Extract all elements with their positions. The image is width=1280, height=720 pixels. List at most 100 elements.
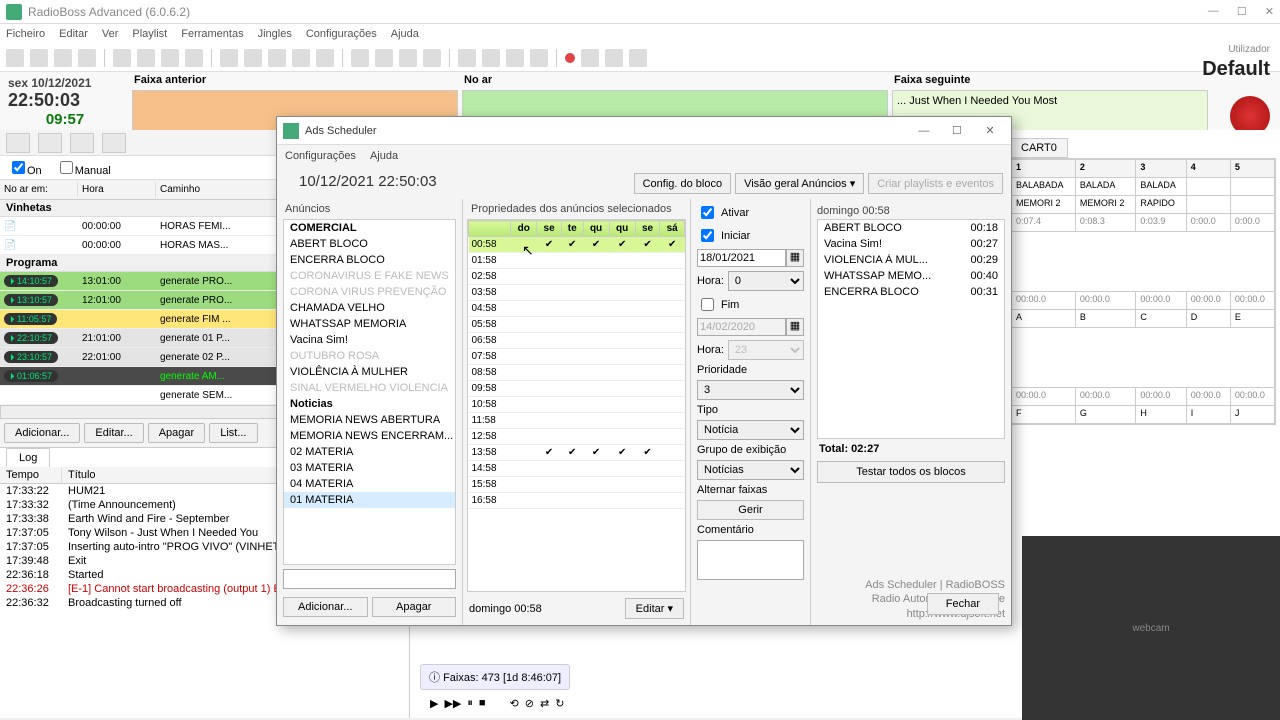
reload-button[interactable]: ⟲ bbox=[510, 697, 519, 710]
tb-save-icon[interactable] bbox=[54, 49, 72, 67]
ads-delete-button[interactable]: Apagar bbox=[372, 597, 457, 617]
block-list[interactable]: ABERT BLOCO00:18Vacina Sim!00:27VIOLENCI… bbox=[817, 219, 1005, 439]
dlg-close-icon[interactable]: ✕ bbox=[975, 124, 1005, 137]
mini-btn1-icon[interactable] bbox=[6, 133, 30, 153]
add-button[interactable]: Adicionar... bbox=[4, 423, 80, 443]
on-checkbox[interactable]: On bbox=[8, 158, 42, 177]
dlg-maximize-icon[interactable]: ☐ bbox=[942, 124, 972, 137]
tb-paste-icon[interactable] bbox=[161, 49, 179, 67]
tb-gear-icon[interactable] bbox=[629, 49, 647, 67]
tb-open-icon[interactable] bbox=[30, 49, 48, 67]
ad-item[interactable]: 04 MATERIA bbox=[284, 476, 455, 492]
tb-misc4-icon[interactable] bbox=[423, 49, 441, 67]
config-bloco-button[interactable]: Config. do bloco bbox=[634, 173, 732, 194]
ad-item[interactable]: Noticias bbox=[284, 396, 455, 412]
block-row[interactable]: Vacina Sim!00:27 bbox=[818, 236, 1004, 252]
overview-dropdown[interactable]: Visão geral Anúncios ▾ bbox=[735, 173, 864, 194]
ad-item[interactable]: 02 MATERIA bbox=[284, 444, 455, 460]
priority-select[interactable]: 3 bbox=[697, 380, 804, 400]
ad-item[interactable]: COMERCIAL bbox=[284, 220, 455, 236]
tb-misc6-icon[interactable] bbox=[482, 49, 500, 67]
menu-playlist[interactable]: Playlist bbox=[132, 28, 167, 40]
delete-button[interactable]: Apagar bbox=[148, 423, 205, 443]
tb-copy-icon[interactable] bbox=[137, 49, 155, 67]
time-grid[interactable]: doseteququsesá00:58✔✔✔✔✔✔01:5802:5803:58… bbox=[467, 219, 686, 592]
ad-item[interactable]: OUTUBRO ROSA bbox=[284, 348, 455, 364]
tb-saveas-icon[interactable] bbox=[78, 49, 96, 67]
ad-item[interactable]: MEMORIA NEWS ENCERRAM... bbox=[284, 428, 455, 444]
gerir-button[interactable]: Gerir bbox=[697, 500, 804, 520]
minimize-icon[interactable]: — bbox=[1208, 5, 1219, 18]
next-button[interactable]: ▶▶ bbox=[444, 697, 461, 710]
tb-layout2-icon[interactable] bbox=[244, 49, 262, 67]
tb-misc3-icon[interactable] bbox=[399, 49, 417, 67]
tb-layout4-icon[interactable] bbox=[292, 49, 310, 67]
ads-filter-input[interactable] bbox=[283, 569, 456, 589]
fim-checkbox[interactable]: Fim bbox=[697, 295, 804, 314]
tb-misc2-icon[interactable] bbox=[375, 49, 393, 67]
slot-edit-button[interactable]: Editar ▾ bbox=[625, 598, 684, 619]
close-button[interactable]: Fechar bbox=[927, 593, 999, 615]
iniciar-checkbox[interactable]: Iniciar bbox=[697, 226, 804, 245]
mini-btn2-icon[interactable] bbox=[38, 133, 62, 153]
ads-list[interactable]: COMERCIALABERT BLOCOENCERRA BLOCOCORONAV… bbox=[283, 219, 456, 565]
tb-record-icon[interactable] bbox=[565, 53, 575, 63]
dlg-menu-config[interactable]: Configurações bbox=[285, 150, 356, 162]
tb-undo-icon[interactable] bbox=[185, 49, 203, 67]
block-row[interactable]: VIOLENCIA À MUL...00:29 bbox=[818, 252, 1004, 268]
repeat-button[interactable]: ↻ bbox=[555, 697, 564, 710]
tb-layout5-icon[interactable] bbox=[316, 49, 334, 67]
ad-item[interactable]: CHAMADA VELHO bbox=[284, 300, 455, 316]
stop-button[interactable]: ■ bbox=[479, 697, 486, 710]
block-row[interactable]: WHATSSAP MEMO...00:40 bbox=[818, 268, 1004, 284]
tb-misc5-icon[interactable] bbox=[458, 49, 476, 67]
menu-ficheiro[interactable]: Ficheiro bbox=[6, 28, 45, 40]
user-label[interactable]: Utilizador bbox=[1228, 44, 1270, 55]
ban-button[interactable]: ⊘ bbox=[525, 697, 534, 710]
tb-misc1-icon[interactable] bbox=[351, 49, 369, 67]
manual-checkbox[interactable]: Manual bbox=[56, 158, 111, 177]
ad-item[interactable]: ENCERRA BLOCO bbox=[284, 252, 455, 268]
play-button[interactable]: ▶ bbox=[430, 697, 438, 710]
ad-item[interactable]: WHATSSAP MEMORIA bbox=[284, 316, 455, 332]
create-playlists-button[interactable]: Criar playlists e eventos bbox=[868, 173, 1003, 194]
mini-btn3-icon[interactable] bbox=[70, 133, 94, 153]
group-select[interactable]: Notícias bbox=[697, 460, 804, 480]
ads-add-button[interactable]: Adicionar... bbox=[283, 597, 368, 617]
ad-item[interactable]: 03 MATERIA bbox=[284, 460, 455, 476]
maximize-icon[interactable]: ☐ bbox=[1237, 5, 1247, 18]
menu-config[interactable]: Configurações bbox=[306, 28, 377, 40]
calendar-icon[interactable]: ▦ bbox=[786, 249, 804, 267]
comment-textarea[interactable] bbox=[697, 540, 804, 580]
ad-item[interactable]: ABERT BLOCO bbox=[284, 236, 455, 252]
tb-layout1-icon[interactable] bbox=[220, 49, 238, 67]
mini-btn4-icon[interactable] bbox=[102, 133, 126, 153]
ativar-checkbox[interactable]: Ativar bbox=[697, 203, 804, 222]
ad-item[interactable]: Vacina Sim! bbox=[284, 332, 455, 348]
tb-layout3-icon[interactable] bbox=[268, 49, 286, 67]
cart-tab[interactable]: CART0 bbox=[1010, 138, 1068, 158]
ad-item[interactable]: VIOLÊNCIA À MULHER bbox=[284, 364, 455, 380]
menu-editar[interactable]: Editar bbox=[59, 28, 88, 40]
start-date-input[interactable] bbox=[697, 249, 786, 267]
test-blocks-button[interactable]: Testar todos os blocos bbox=[817, 461, 1005, 483]
close-icon[interactable]: ✕ bbox=[1265, 5, 1274, 18]
edit-button[interactable]: Editar... bbox=[84, 423, 143, 443]
shuffle-button[interactable]: ⇄ bbox=[540, 697, 549, 710]
tb-misc7-icon[interactable] bbox=[506, 49, 524, 67]
menu-ver[interactable]: Ver bbox=[102, 28, 119, 40]
log-tab[interactable]: Log bbox=[6, 448, 50, 467]
tb-new-icon[interactable] bbox=[6, 49, 24, 67]
ad-item[interactable]: CORONAVIRUS E FAKE NEWS bbox=[284, 268, 455, 284]
tb-stats-icon[interactable] bbox=[581, 49, 599, 67]
start-hour-select[interactable]: 0 bbox=[728, 271, 804, 291]
tb-misc8-icon[interactable] bbox=[530, 49, 548, 67]
menu-jingles[interactable]: Jingles bbox=[258, 28, 292, 40]
ad-item[interactable]: CORONA VIRUS PREVENÇÃO bbox=[284, 284, 455, 300]
dlg-menu-ajuda[interactable]: Ajuda bbox=[370, 150, 398, 162]
tb-globe-icon[interactable] bbox=[605, 49, 623, 67]
tb-cut-icon[interactable] bbox=[113, 49, 131, 67]
dlg-minimize-icon[interactable]: — bbox=[909, 125, 939, 137]
block-row[interactable]: ENCERRA BLOCO00:31 bbox=[818, 284, 1004, 300]
menu-ferramentas[interactable]: Ferramentas bbox=[181, 28, 243, 40]
